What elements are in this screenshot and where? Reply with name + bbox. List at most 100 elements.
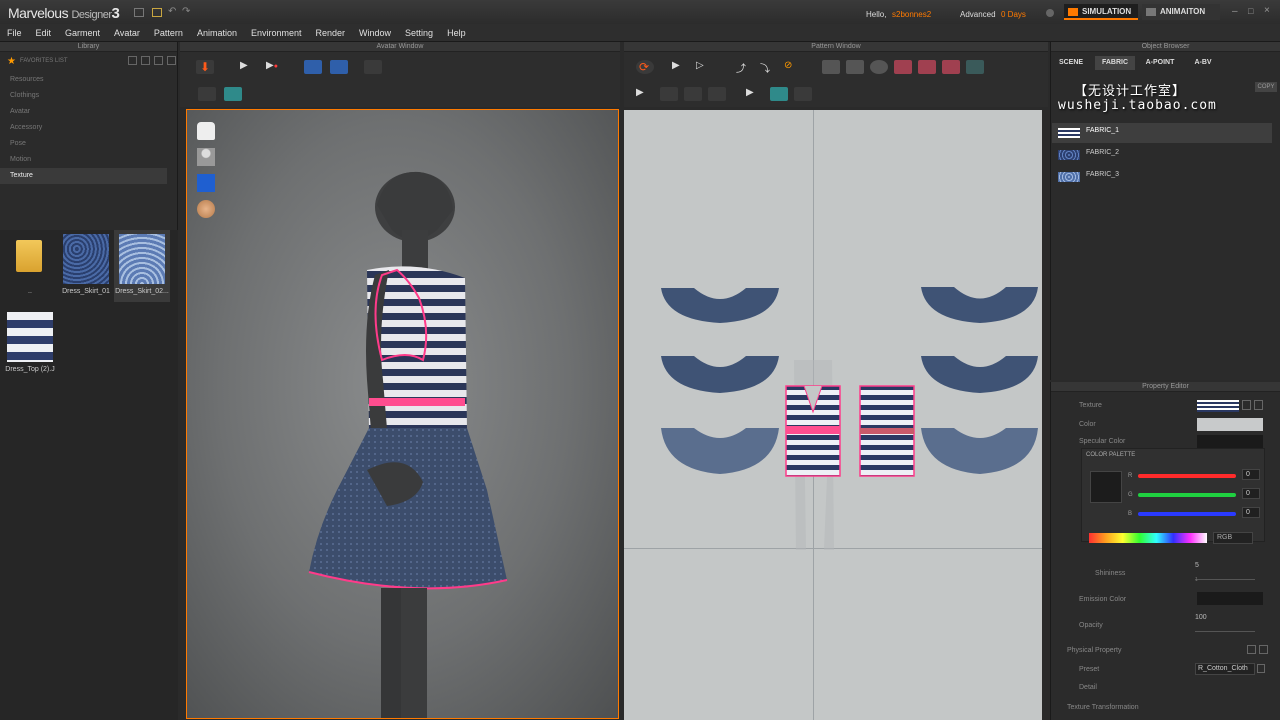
emission-swatch[interactable] (1197, 592, 1263, 605)
menu-garment[interactable]: Garment (58, 24, 107, 42)
texture-browse-icon[interactable] (1242, 400, 1251, 410)
detail-label[interactable]: Detail (1079, 684, 1097, 691)
edit-curve-icon[interactable]: ⤴ (736, 60, 754, 75)
fabric-item-2[interactable]: FABRIC_2 (1052, 145, 1272, 165)
tab-scene[interactable]: SCENE (1053, 56, 1089, 70)
open-folder-icon[interactable] (152, 8, 162, 17)
red-slider[interactable] (1138, 474, 1236, 478)
simulation-arrow-icon[interactable]: ⬇ (196, 60, 214, 74)
red-value[interactable]: 0 (1242, 469, 1260, 480)
library-item-resources[interactable]: Resources (0, 72, 177, 88)
library-item-accessory[interactable]: Accessory (0, 120, 177, 136)
settings-icon[interactable] (1046, 9, 1054, 17)
username[interactable]: s2bonnes2 (892, 10, 931, 19)
thumb-parent-folder[interactable]: .. (2, 230, 58, 302)
rectangle-icon[interactable] (846, 60, 864, 74)
curve-point-icon[interactable]: ⊘ (784, 60, 802, 74)
library-item-texture[interactable]: Texture (0, 168, 167, 184)
delete-icon[interactable] (167, 56, 176, 65)
internal-polygon-icon[interactable] (894, 60, 912, 74)
layout-icon[interactable] (134, 8, 144, 17)
preset-browse-icon[interactable] (1257, 664, 1265, 673)
pin-tool-icon[interactable] (304, 60, 322, 74)
mode-simulation-tab[interactable]: SIMULATION (1064, 4, 1138, 20)
green-slider[interactable] (1138, 493, 1236, 497)
free-sewing-icon[interactable] (660, 87, 678, 101)
tab-fabric[interactable]: FABRIC (1095, 56, 1135, 70)
opacity-slider[interactable] (1195, 631, 1255, 632)
menu-render[interactable]: Render (309, 24, 353, 42)
texture-swatch[interactable] (1197, 400, 1239, 412)
minimize-icon[interactable]: – (1232, 6, 1238, 17)
menu-window[interactable]: Window (352, 24, 398, 42)
load-preset-icon[interactable] (1259, 645, 1268, 654)
library-item-avatar[interactable]: Avatar (0, 104, 177, 120)
close-icon[interactable]: × (1264, 5, 1270, 16)
menu-environment[interactable]: Environment (244, 24, 309, 42)
edit-icon[interactable] (154, 56, 163, 65)
blue-value[interactable]: 0 (1242, 507, 1260, 518)
transform-pattern-icon[interactable]: ▶ (672, 60, 690, 74)
redo-icon[interactable]: ↷ (182, 6, 190, 17)
menu-setting[interactable]: Setting (398, 24, 440, 42)
menu-pattern[interactable]: Pattern (147, 24, 190, 42)
shininess-value[interactable]: 5 (1195, 562, 1199, 569)
opacity-value[interactable]: 100 (1195, 614, 1207, 621)
color-swatch[interactable] (1197, 418, 1263, 431)
library-item-motion[interactable]: Motion (0, 152, 177, 168)
shininess-slider[interactable] (1195, 579, 1255, 580)
menu-avatar[interactable]: Avatar (107, 24, 147, 42)
menu-animation[interactable]: Animation (190, 24, 244, 42)
select-tool-icon[interactable]: ▶ (240, 60, 258, 74)
measure-tool-icon[interactable] (364, 60, 382, 74)
thumb-dress-top[interactable]: Dress_Top (2).J (2, 308, 58, 380)
fabric-item-1[interactable]: FABRIC_1 (1052, 123, 1272, 143)
blue-slider[interactable] (1138, 512, 1236, 516)
hue-bar[interactable] (1089, 533, 1207, 543)
physical-property-label[interactable]: Physical Property (1067, 647, 1121, 654)
pattern-viewport[interactable] (624, 110, 1042, 720)
polygon-icon[interactable] (822, 60, 840, 74)
thumb-dress-skirt-02[interactable]: Dress_Skirt_02... (114, 230, 170, 302)
select-mesh-icon[interactable]: ▶● (266, 60, 284, 74)
library-item-pose[interactable]: Pose (0, 136, 177, 152)
arrangement-icon[interactable] (198, 87, 216, 101)
edit-pattern-icon[interactable]: ▷ (696, 60, 714, 74)
mode-animation-tab[interactable]: ANIMAITON (1142, 4, 1220, 20)
green-value[interactable]: 0 (1242, 488, 1260, 499)
internal-rectangle-icon[interactable] (918, 60, 936, 74)
save-preset-icon[interactable] (1247, 645, 1256, 654)
add-icon[interactable] (141, 56, 150, 65)
library-item-clothings[interactable]: Clothings (0, 88, 177, 104)
color-mode-select[interactable]: RGB (1213, 532, 1253, 544)
transform-texture-icon[interactable] (770, 87, 788, 101)
maximize-icon[interactable]: □ (1248, 6, 1253, 16)
thumb-dress-skirt-01[interactable]: Dress_Skirt_01 (58, 230, 114, 302)
texture-transform-label[interactable]: Texture Transformation (1067, 704, 1139, 711)
tack-tool-icon[interactable] (330, 60, 348, 74)
fold-tool-icon[interactable] (224, 87, 242, 101)
undo-icon[interactable]: ↶ (168, 6, 176, 17)
menu-help[interactable]: Help (440, 24, 473, 42)
fabric-item-3[interactable]: FABRIC_3 (1052, 167, 1272, 187)
graphic-icon[interactable] (794, 87, 812, 101)
internal-circle-icon[interactable] (942, 60, 960, 74)
add-point-icon[interactable]: ⤵ (760, 60, 778, 75)
refresh-icon[interactable] (128, 56, 137, 65)
copy-button[interactable]: COPY (1255, 82, 1277, 92)
sync-icon[interactable]: ⟳ (636, 60, 654, 74)
dart-icon[interactable] (966, 60, 984, 74)
preset-select[interactable]: R_Cotton_Cloth (1195, 663, 1255, 675)
texture-clear-icon[interactable] (1254, 400, 1263, 410)
specular-swatch[interactable] (1197, 435, 1263, 448)
avatar-viewport[interactable] (186, 109, 619, 719)
menu-edit[interactable]: Edit (29, 24, 59, 42)
edit-sewing-icon[interactable] (684, 87, 702, 101)
favorites-label[interactable]: FAVORITES LIST (20, 58, 68, 64)
check-sewing-icon[interactable] (708, 87, 726, 101)
tab-a-bv[interactable]: A-BV (1185, 56, 1221, 70)
menu-file[interactable]: File (0, 24, 29, 42)
circle-icon[interactable] (870, 60, 888, 74)
segment-sewing-icon[interactable]: ▶ (636, 87, 654, 101)
edit-texture-icon[interactable]: ▶ (746, 87, 764, 101)
